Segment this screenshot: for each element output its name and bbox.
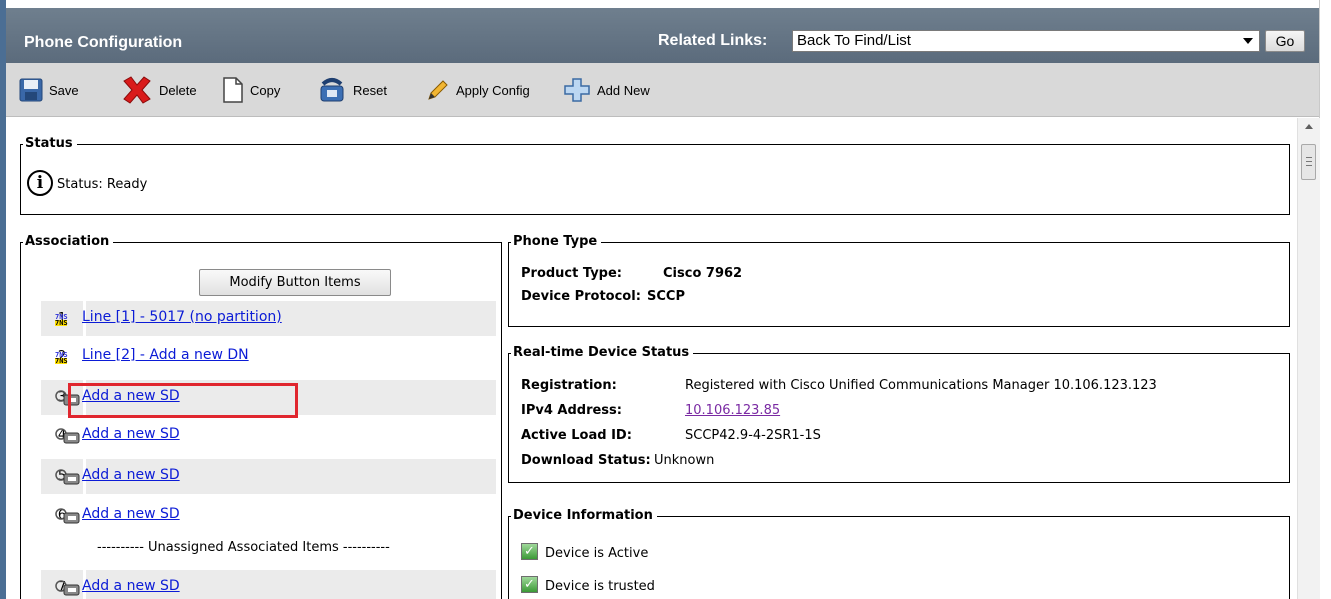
active-load-value: SCCP42.9-4-2SR1-1S — [685, 428, 821, 443]
save-label: Save — [49, 82, 79, 98]
reset-label: Reset — [353, 82, 387, 98]
speed-dial-5-link[interactable]: Add a new SD — [82, 467, 180, 483]
status-text: Status: Ready — [57, 177, 148, 192]
ipv4-label: IPv4 Address: — [521, 403, 622, 418]
association-row: 6 Add a new SD — [41, 498, 496, 533]
speed-dial-icon — [55, 580, 80, 596]
speed-dial-icon — [55, 469, 80, 485]
ipv4-address-link[interactable]: 10.106.123.85 — [685, 403, 780, 418]
line-1-link[interactable]: Line [1] - 5017 (no partition) — [82, 309, 282, 325]
status-section: Status i Status: Ready — [20, 136, 1290, 215]
add-new-label: Add New — [597, 82, 650, 98]
association-row: 2 7NS 7NS Line [2] - Add a new DN — [41, 339, 496, 374]
reset-button[interactable]: Reset — [317, 77, 387, 103]
header-spacer — [6, 0, 1319, 8]
device-information-legend: Device Information — [511, 508, 657, 524]
speed-dial-4-link[interactable]: Add a new SD — [82, 426, 180, 442]
registration-value: Registered with Cisco Unified Communicat… — [685, 378, 1157, 393]
phone-type-legend: Phone Type — [511, 234, 602, 250]
apply-config-label: Apply Config — [456, 82, 530, 98]
product-type-label: Product Type: — [521, 266, 622, 281]
vertical-scrollbar[interactable] — [1297, 118, 1320, 599]
line-icon: 7NS 7NS — [55, 313, 68, 327]
registration-label: Registration: — [521, 378, 617, 393]
apply-config-button[interactable]: Apply Config — [426, 77, 530, 103]
device-protocol-value: SCCP — [647, 289, 685, 304]
active-load-label: Active Load ID: — [521, 428, 632, 443]
pencil-icon — [428, 80, 448, 100]
status-legend: Status — [23, 136, 77, 152]
association-row: 1 7NS 7NS Line [1] - 5017 (no partition) — [41, 301, 496, 336]
scroll-up-arrow-icon[interactable] — [1305, 124, 1313, 129]
line-2-link[interactable]: Line [2] - Add a new DN — [82, 347, 249, 363]
add-plus-icon — [564, 78, 590, 102]
related-links-label: Related Links: — [658, 32, 768, 49]
device-information-section: Device Information ✓ Device is Active ✓ … — [508, 508, 1290, 599]
realtime-status-legend: Real-time Device Status — [511, 345, 694, 361]
copy-page-icon — [223, 77, 243, 103]
info-icon: i — [27, 170, 53, 196]
line-icon: 7NS 7NS — [55, 351, 68, 365]
association-legend: Association — [23, 234, 114, 250]
related-links-select[interactable]: Back To Find/List — [792, 30, 1260, 52]
unassigned-items-divider: ---------- Unassigned Associated Items -… — [97, 540, 390, 555]
save-button[interactable]: Save — [19, 77, 79, 103]
title-bar: Phone Configuration Related Links: Back … — [6, 8, 1319, 63]
checkmark-icon: ✓ — [521, 576, 538, 593]
device-active-label: Device is Active — [545, 546, 649, 561]
download-status-label: Download Status: — [521, 453, 651, 468]
modify-button-items-button[interactable]: Modify Button Items — [199, 269, 391, 296]
speed-dial-icon — [55, 428, 80, 444]
save-icon — [19, 78, 43, 102]
copy-button[interactable]: Copy — [222, 77, 280, 103]
scroll-thumb[interactable] — [1301, 144, 1316, 180]
go-button[interactable]: Go — [1265, 30, 1305, 52]
delete-x-icon — [123, 76, 151, 104]
device-trusted-label: Device is trusted — [545, 579, 655, 594]
delete-button[interactable]: Delete — [121, 76, 197, 104]
speed-dial-6-link[interactable]: Add a new SD — [82, 506, 180, 522]
association-section: Association Modify Button Items 1 7NS 7NS… — [20, 234, 502, 599]
content-area: Status i Status: Ready Association Modif… — [6, 118, 1297, 599]
delete-label: Delete — [159, 82, 197, 98]
add-new-button[interactable]: Add New — [563, 77, 650, 103]
copy-label: Copy — [250, 82, 281, 98]
product-type-value: Cisco 7962 — [663, 266, 743, 281]
checkmark-icon: ✓ — [521, 543, 538, 560]
download-status-value: Unknown — [654, 453, 715, 468]
speed-dial-icon — [55, 508, 80, 524]
reset-phone-icon — [320, 78, 344, 102]
association-row: 7 Add a new SD — [41, 570, 496, 599]
toolbar: Save Delete Copy Reset Apply Config Add … — [6, 63, 1319, 117]
phone-configuration-page: Phone Configuration Related Links: Back … — [6, 0, 1320, 599]
page-title: Phone Configuration — [24, 34, 183, 51]
chevron-down-icon[interactable] — [1243, 38, 1253, 44]
realtime-device-status-section: Real-time Device Status Registration: Re… — [508, 345, 1290, 483]
device-protocol-label: Device Protocol: — [521, 289, 641, 304]
association-row: 4 Add a new SD — [41, 418, 496, 453]
phone-type-section: Phone Type Product Type: Cisco 7962 Devi… — [508, 234, 1290, 327]
association-row: 5 Add a new SD — [41, 459, 496, 494]
related-links-selected: Back To Find/List — [797, 32, 911, 49]
speed-dial-7-link[interactable]: Add a new SD — [82, 578, 180, 594]
highlight-box — [68, 383, 298, 418]
